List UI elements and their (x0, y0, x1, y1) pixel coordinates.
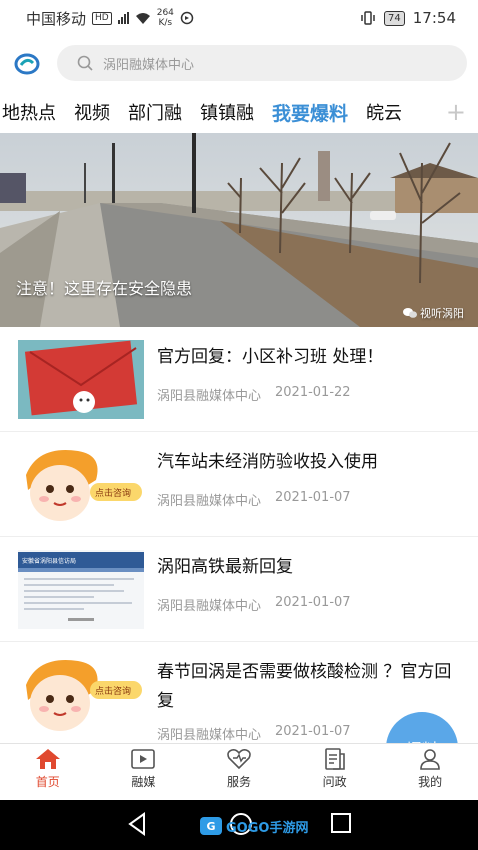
tab-video[interactable]: 视频 (74, 99, 110, 125)
hero-banner[interactable]: 注意！这里存在安全隐患 视听涡阳 (0, 133, 478, 327)
news-thumbnail: 点击咨询 (18, 655, 144, 734)
recents-icon[interactable] (330, 812, 352, 834)
status-bar: 中国移动 HD 264 K/s 74 17:54 (0, 0, 478, 36)
nav-inquiry[interactable]: 问政 (287, 744, 383, 800)
signal-icon (117, 12, 129, 24)
news-title: 涡阳高铁最新回复 (157, 557, 293, 577)
hero-caption: 注意！这里存在安全隐患 (16, 279, 193, 298)
hd-badge: HD (92, 11, 112, 25)
tab-wanyun[interactable]: 皖云 (366, 99, 402, 125)
clock: 17:54 (412, 9, 456, 27)
search-placeholder: 涡阳融媒体中心 (103, 57, 195, 73)
home-icon (35, 749, 60, 769)
news-date: 2021-01-22 (275, 385, 351, 400)
tab-report[interactable]: 我要爆料 (272, 99, 348, 126)
list-item[interactable]: 官方回复：小区补习班 处理！ 涡阳县融媒体中心 2021-01-22 (0, 327, 478, 432)
mail-icon (18, 340, 144, 419)
news-thumbnail (18, 340, 144, 419)
hero-source: 视听涡阳 (403, 305, 464, 321)
network-speed: 264 K/s (156, 8, 174, 28)
news-meta: 涡阳县融媒体中心 2021-01-07 (157, 490, 351, 509)
news-list: 官方回复：小区补习班 处理！ 涡阳县融媒体中心 2021-01-22 点击咨询 … (0, 327, 478, 762)
watermark-logo-icon: G (200, 817, 222, 835)
news-title: 官方回复：小区补习班 处理！ (157, 347, 384, 367)
vibrate-icon (361, 11, 375, 25)
list-item[interactable]: 安徽省涡阳县信访局 涡阳高铁最新回复 涡阳县融媒体中心 2021-01-07 (0, 537, 478, 642)
svg-text:安徽省涡阳县信访局: 安徽省涡阳县信访局 (22, 557, 76, 565)
search-icon (77, 55, 93, 71)
cartoon-girl-icon: 点击咨询 (18, 655, 144, 734)
nav-service[interactable]: 服务 (191, 744, 287, 800)
back-icon[interactable] (126, 812, 148, 836)
tab-departments[interactable]: 部门融 (128, 99, 182, 125)
tab-towns[interactable]: 镇镇融 (200, 99, 254, 125)
news-date: 2021-01-07 (275, 595, 351, 610)
news-title: 汽车站未经消防验收投入使用 (157, 452, 378, 472)
add-tab-button[interactable]: + (439, 98, 466, 126)
list-item[interactable]: 点击咨询 汽车站未经消防验收投入使用 涡阳县融媒体中心 2021-01-07 (0, 432, 478, 537)
media-icon (131, 749, 156, 769)
news-thumbnail: 点击咨询 (18, 445, 144, 524)
watermark: G GOGO手游网 (200, 816, 308, 836)
news-date: 2021-01-07 (275, 490, 351, 505)
news-meta: 涡阳县融媒体中心 2021-01-22 (157, 385, 351, 404)
app-logo-icon[interactable] (14, 51, 40, 77)
news-source: 涡阳县融媒体中心 (157, 494, 262, 509)
nav-home[interactable]: 首页 (0, 744, 96, 800)
profile-icon (420, 749, 440, 770)
app-header: 涡阳融媒体中心 (0, 44, 478, 84)
nav-profile[interactable]: 我的 (382, 744, 478, 800)
category-tabs: 地热点 视频 部门融 镇镇融 我要爆料 皖云 + (0, 92, 478, 132)
news-date: 2021-01-07 (275, 724, 351, 739)
news-thumbnail: 安徽省涡阳县信访局 (18, 550, 144, 629)
sync-icon (180, 11, 194, 25)
battery-indicator: 74 (384, 10, 405, 26)
service-icon (227, 749, 251, 770)
inquiry-icon (324, 748, 345, 770)
search-bar[interactable]: 涡阳融媒体中心 (57, 45, 467, 81)
wechat-icon (403, 308, 417, 318)
news-title: 春节回涡是否需要做核酸检测 ？官方回复 (157, 662, 452, 711)
news-source: 涡阳县融媒体中心 (157, 389, 262, 404)
tab-local-hot[interactable]: 地热点 (2, 99, 56, 125)
bottom-nav: 首页 融媒 服务 问政 我的 (0, 743, 478, 800)
carrier-name: 中国移动 (26, 9, 87, 28)
system-nav-bar: G GOGO手游网 (0, 800, 478, 850)
news-source: 涡阳县融媒体中心 (157, 728, 262, 743)
document-screenshot-icon: 安徽省涡阳县信访局 (18, 550, 144, 629)
svg-text:点击咨询: 点击咨询 (95, 487, 131, 499)
svg-text:点击咨询: 点击咨询 (95, 685, 131, 697)
news-meta: 涡阳县融媒体中心 2021-01-07 (157, 595, 351, 614)
news-source: 涡阳县融媒体中心 (157, 599, 262, 614)
cartoon-girl-icon: 点击咨询 (18, 445, 144, 524)
wifi-icon (135, 12, 150, 24)
nav-media[interactable]: 融媒 (96, 744, 192, 800)
news-meta: 涡阳县融媒体中心 2021-01-07 (157, 724, 351, 743)
